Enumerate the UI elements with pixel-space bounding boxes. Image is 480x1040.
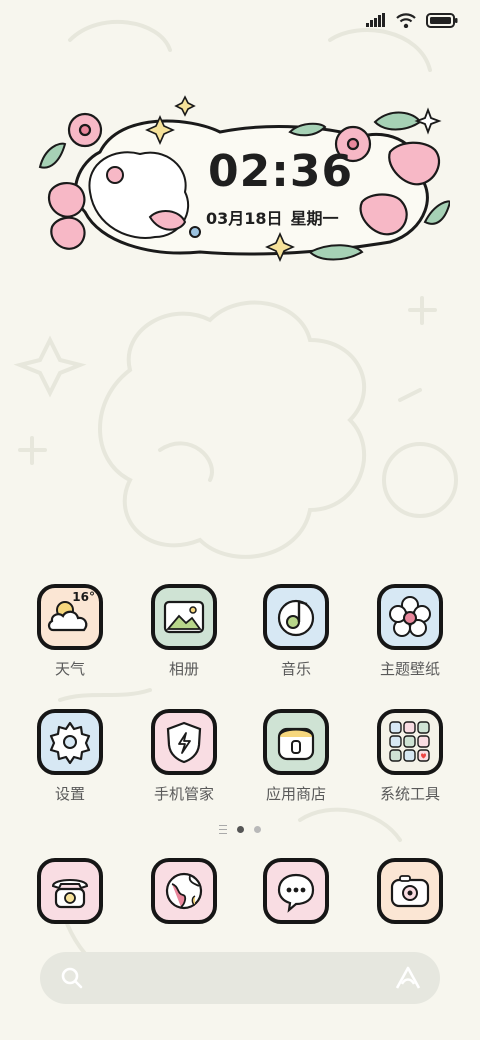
gallery-icon [151,584,217,650]
app-label: 设置 [54,785,85,803]
shield-icon [151,709,217,775]
wifi-icon [396,12,416,28]
signal-icon [366,13,385,27]
app-label: 天气 [54,660,85,678]
app-label: 应用商店 [265,785,326,803]
dock-camera[interactable] [355,858,465,924]
browser-icon [151,858,217,924]
message-icon [263,858,329,924]
temperature-badge: 16° [72,590,95,604]
clock-date: 03月18日 星期一 [206,205,339,229]
page-indicator[interactable] [0,825,480,834]
status-bar [366,10,458,30]
dock-browser[interactable] [129,858,239,924]
music-icon [263,584,329,650]
page-dot [254,826,261,833]
weekday-text: 星期一 [290,209,339,228]
tools-folder-icon [377,709,443,775]
app-store[interactable]: 应用商店 [241,709,351,804]
app-weather[interactable]: 16° 天气 [15,584,125,679]
app-label: 相册 [168,660,199,678]
gear-icon [37,709,103,775]
camera-icon [377,858,443,924]
store-icon [263,709,329,775]
clock-time: 02:36 [208,146,354,197]
app-label: 主题壁纸 [379,660,440,678]
app-themes[interactable]: 主题壁纸 [355,584,465,679]
page-list-icon [219,825,227,834]
app-label: 系统工具 [379,785,440,803]
assistant-icon[interactable] [394,965,422,991]
search-icon [61,967,83,989]
date-text: 03月18日 [206,209,283,228]
phone-icon [37,858,103,924]
app-music[interactable]: 音乐 [241,584,351,679]
battery-icon [426,12,458,28]
app-folder-tools[interactable]: 系统工具 [355,709,465,804]
search-bar[interactable] [40,952,440,1004]
weather-icon: 16° [37,584,103,650]
app-settings[interactable]: 设置 [15,709,125,804]
app-security[interactable]: 手机管家 [129,709,239,804]
app-gallery[interactable]: 相册 [129,584,239,679]
dock-messages[interactable] [241,858,351,924]
flower-theme-icon [377,584,443,650]
app-label: 音乐 [280,660,311,678]
app-label: 手机管家 [153,785,214,803]
dock-phone[interactable] [15,858,125,924]
page-dot-active [237,826,244,833]
